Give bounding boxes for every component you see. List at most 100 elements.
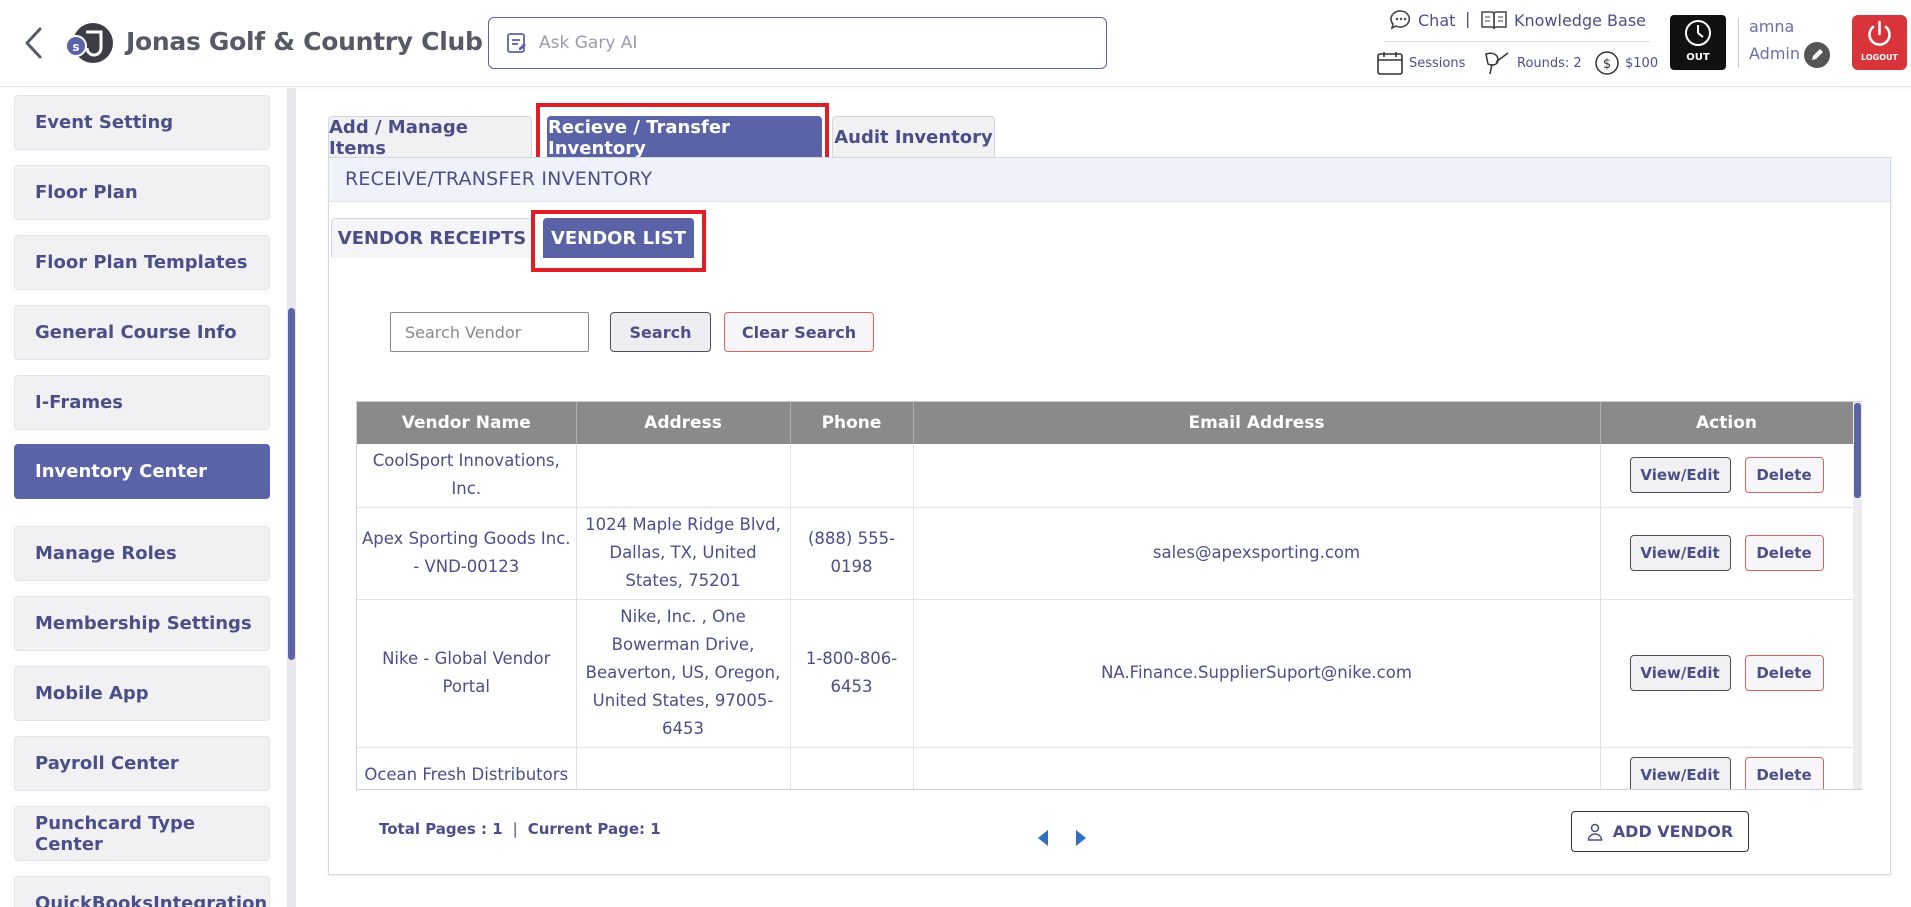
sessions-label: Sessions: [1409, 55, 1466, 71]
sidebar-item-punchcard-type-center[interactable]: Punchcard Type Center: [14, 806, 270, 861]
column-header-email[interactable]: Email Address: [913, 402, 1601, 444]
action-cell: View/Edit Delete: [1600, 599, 1854, 748]
sidebar-scrollbar-thumb[interactable]: [288, 308, 295, 660]
tab-audit-inventory[interactable]: Audit Inventory: [832, 116, 995, 158]
sidebar-item-event-setting[interactable]: Event Setting: [14, 95, 270, 150]
email-cell: NA.Finance.SupplierSuport@nike.com: [913, 599, 1601, 748]
clock-out-button[interactable]: OUT: [1670, 15, 1726, 70]
logout-label: LOGOUT: [1861, 53, 1898, 62]
address-cell: [576, 444, 791, 508]
balance-link[interactable]: $ $100: [1594, 50, 1658, 76]
header-divider-line: [1385, 41, 1650, 42]
vendor-table-container: Vendor Name Address Phone Email Address …: [356, 401, 1862, 790]
vendor-name-cell: Apex Sporting Goods Inc. - VND-00123: [357, 507, 577, 600]
knowledge-base-link[interactable]: Knowledge Base: [1480, 9, 1646, 31]
tab-add-manage-items[interactable]: Add / Manage Items: [328, 116, 532, 159]
email-cell: sales@apexsporting.com: [913, 507, 1601, 600]
add-vendor-label: ADD VENDOR: [1612, 822, 1734, 841]
book-icon: [1481, 11, 1507, 30]
chat-label: Chat: [1418, 10, 1456, 30]
knowledge-base-label: Knowledge Base: [1514, 10, 1646, 30]
club-name: Jonas Golf & Country Club: [126, 27, 483, 56]
sidebar-item-floor-plan-templates[interactable]: Floor Plan Templates: [14, 235, 270, 290]
vendor-name-cell: CoolSport Innovations, Inc.: [357, 444, 577, 508]
search-button[interactable]: Search: [610, 312, 711, 352]
address-cell: 1024 Maple Ridge Blvd, Dallas, TX, Unite…: [576, 507, 791, 600]
add-vendor-button[interactable]: ADD VENDOR: [1571, 811, 1749, 852]
back-arrow-icon[interactable]: [22, 26, 46, 60]
delete-button[interactable]: Delete: [1744, 756, 1824, 789]
sidebar-item-payroll-center[interactable]: Payroll Center: [14, 736, 270, 791]
rounds-link[interactable]: Rounds: 2: [1482, 50, 1582, 76]
sidebar-item-manage-roles[interactable]: Manage Roles: [14, 526, 270, 581]
sidebar-item-mobile-app[interactable]: Mobile App: [14, 666, 270, 721]
clock-out-label: OUT: [1686, 52, 1710, 63]
pager-info: Total Pages : 1 | Current Page: 1: [379, 820, 661, 838]
svg-text:$: $: [1603, 57, 1611, 72]
action-cell: View/Edit Delete: [1600, 444, 1854, 508]
email-cell: [913, 747, 1601, 789]
user-icon: [1587, 823, 1603, 841]
sidebar-item-floor-plan[interactable]: Floor Plan: [14, 165, 270, 220]
previous-page-icon[interactable]: [1035, 828, 1051, 848]
table-row: CoolSport Innovations, Inc. View/Edit De…: [357, 444, 1854, 508]
delete-button[interactable]: Delete: [1744, 655, 1824, 691]
user-role: Admin: [1749, 44, 1800, 63]
action-cell: View/Edit Delete: [1600, 747, 1854, 789]
sidebar-item-quickbooks-integration[interactable]: QuickBooksIntegration: [14, 876, 270, 907]
edit-profile-button[interactable]: [1804, 42, 1830, 68]
chat-link[interactable]: Chat: [1390, 9, 1455, 31]
highlight-box-subtab: [531, 210, 706, 272]
phone-cell: [790, 747, 914, 789]
pencil-icon: [1812, 49, 1823, 60]
golf-club-icon: [1485, 52, 1509, 75]
user-name: amna: [1749, 17, 1795, 36]
logo-letter: s: [72, 40, 79, 54]
table-row: Ocean Fresh Distributors View/Edit Delet…: [357, 747, 1854, 789]
clear-search-button[interactable]: Clear Search: [724, 312, 874, 352]
header-vertical-divider: [1738, 18, 1739, 68]
ask-gary-input[interactable]: [539, 28, 1079, 58]
pager-separator: |: [512, 820, 518, 838]
header-separator: |: [1465, 9, 1471, 28]
column-header-phone[interactable]: Phone: [790, 402, 914, 444]
view-edit-button[interactable]: View/Edit: [1629, 655, 1731, 691]
sidebar-item-general-course-info[interactable]: General Course Info: [14, 305, 270, 360]
view-edit-button[interactable]: View/Edit: [1629, 535, 1731, 571]
power-icon: [1868, 20, 1891, 46]
current-page-label: Current Page: 1: [527, 820, 661, 838]
sidebar-item-i-frames[interactable]: I-Frames: [14, 375, 270, 430]
rounds-label: Rounds: 2: [1517, 55, 1582, 71]
panel-title: RECEIVE/TRANSFER INVENTORY: [345, 168, 653, 190]
balance-label: $100: [1625, 55, 1659, 71]
sidebar: Event Setting Floor Plan Floor Plan Temp…: [0, 88, 296, 907]
delete-button[interactable]: Delete: [1744, 457, 1824, 494]
phone-cell: [790, 444, 914, 508]
phone-cell: 1-800-806-6453: [790, 599, 914, 748]
table-row: Apex Sporting Goods Inc. - VND-00123 102…: [357, 507, 1854, 600]
table-header-row: Vendor Name Address Phone Email Address …: [357, 402, 1854, 444]
address-cell: [576, 747, 791, 789]
top-header: s Jonas Golf & Country Club Chat | Knowl…: [0, 0, 1911, 87]
sessions-link[interactable]: Sessions: [1376, 50, 1465, 76]
address-cell: Nike, Inc. , One Bowerman Drive, Beavert…: [576, 599, 791, 748]
phone-cell: (888) 555-0198: [790, 507, 914, 600]
view-edit-button[interactable]: View/Edit: [1629, 457, 1731, 494]
ask-gary-box[interactable]: [488, 17, 1107, 69]
search-vendor-input[interactable]: [390, 312, 589, 352]
column-header-action: Action: [1600, 402, 1854, 444]
next-page-icon[interactable]: [1073, 828, 1089, 848]
subtab-vendor-receipts[interactable]: VENDOR RECEIPTS: [331, 218, 533, 258]
column-header-address[interactable]: Address: [576, 402, 791, 444]
view-edit-button[interactable]: View/Edit: [1629, 756, 1731, 789]
sidebar-item-inventory-center[interactable]: Inventory Center: [14, 444, 270, 499]
table-scrollbar-thumb[interactable]: [1854, 403, 1861, 498]
logout-button[interactable]: LOGOUT: [1852, 15, 1907, 70]
ai-note-icon: [507, 33, 526, 53]
vendor-name-cell: Nike - Global Vendor Portal: [357, 599, 577, 748]
delete-button[interactable]: Delete: [1744, 535, 1824, 571]
vendor-name-cell: Ocean Fresh Distributors: [357, 747, 577, 789]
sidebar-item-membership-settings[interactable]: Membership Settings: [14, 596, 270, 651]
column-header-vendor-name[interactable]: Vendor Name: [357, 402, 577, 444]
table-row: Nike - Global Vendor Portal Nike, Inc. ,…: [357, 599, 1854, 748]
